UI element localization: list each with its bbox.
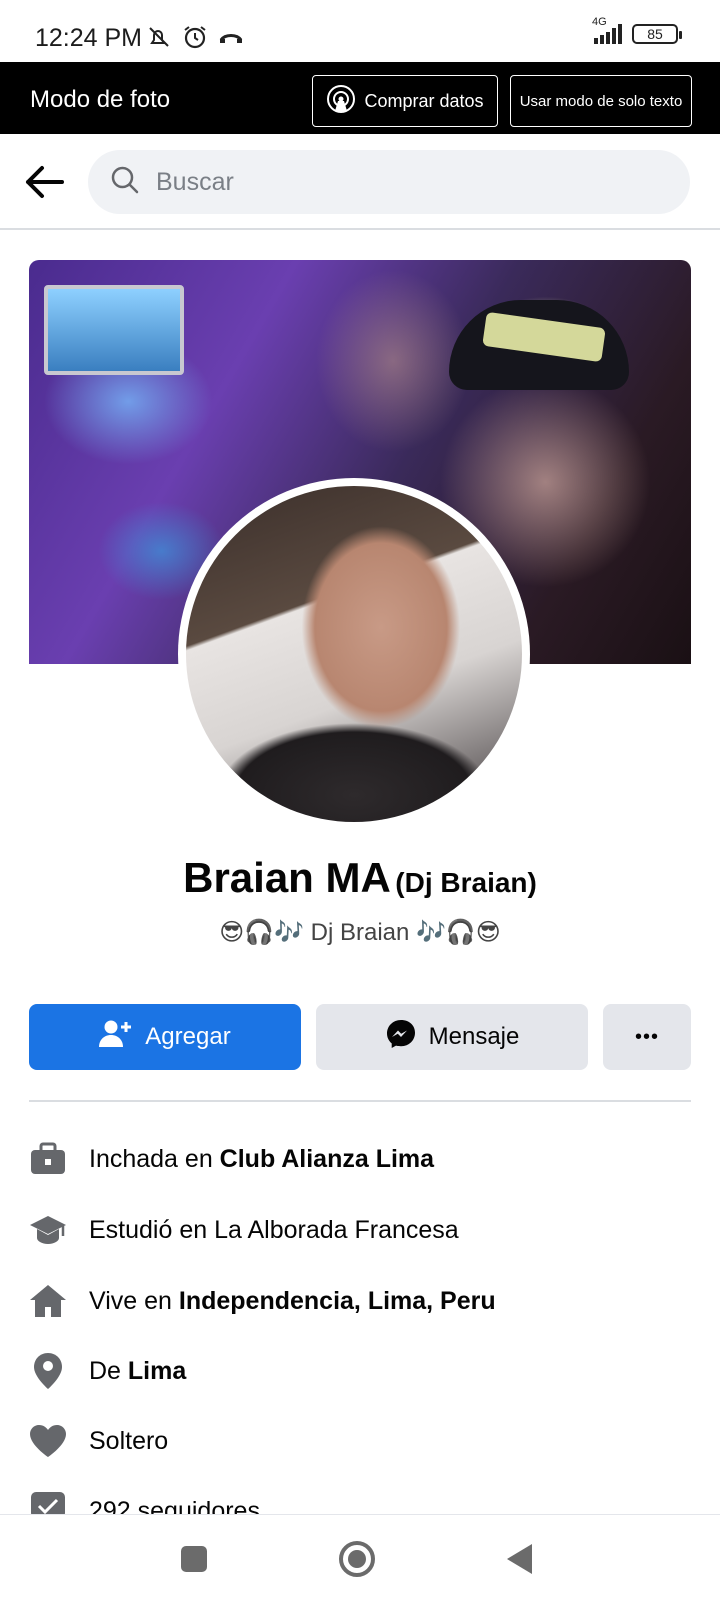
broadcast-icon bbox=[326, 84, 356, 119]
call-forward-icon bbox=[218, 28, 244, 51]
battery-icon: 85 bbox=[632, 24, 682, 44]
profile-bio: 😎🎧🎶 Dj Braian 🎶🎧😎 bbox=[219, 919, 501, 946]
back-triangle-icon bbox=[507, 1544, 532, 1574]
detail-text: Vive en Independencia, Lima, Peru bbox=[89, 1286, 496, 1315]
search-placeholder: Buscar bbox=[156, 167, 234, 196]
search-icon bbox=[110, 165, 140, 200]
back-arrow-icon bbox=[26, 166, 64, 198]
text-only-mode-label: Usar modo de solo texto bbox=[519, 92, 683, 110]
status-bar: 12:24 PM 4G 85 bbox=[0, 0, 720, 62]
messenger-icon bbox=[385, 1018, 417, 1057]
profile-picture-image bbox=[186, 486, 522, 822]
status-time: 12:24 PM bbox=[35, 24, 143, 52]
photo-mode-title: Modo de foto bbox=[30, 86, 171, 113]
back-nav-button[interactable] bbox=[498, 1537, 542, 1581]
followers-icon bbox=[29, 1486, 67, 1516]
text-only-mode-button[interactable]: Usar modo de solo texto bbox=[510, 75, 692, 127]
graduation-cap-icon bbox=[29, 1211, 67, 1249]
detail-favorite-team: Inchada en Club Alianza Lima bbox=[29, 1134, 691, 1184]
add-friend-label: Agregar bbox=[145, 1023, 231, 1050]
alarm-icon bbox=[182, 24, 208, 55]
status-icons-right: 4G 85 bbox=[592, 16, 682, 44]
message-button[interactable]: Mensaje bbox=[316, 1004, 588, 1070]
detail-text: De Lima bbox=[89, 1356, 187, 1385]
detail-text: Soltero bbox=[89, 1426, 169, 1455]
detail-followers: 292 seguidores bbox=[29, 1486, 691, 1516]
signal-icon: 4G bbox=[592, 16, 622, 44]
divider bbox=[29, 1100, 691, 1102]
search-header: Buscar bbox=[0, 134, 720, 230]
message-label: Mensaje bbox=[428, 1023, 520, 1050]
home-icon bbox=[29, 1282, 67, 1320]
recents-icon bbox=[181, 1546, 207, 1572]
detail-text: 292 seguidores bbox=[89, 1497, 260, 1516]
more-options-icon: ••• bbox=[634, 1025, 659, 1048]
more-options-button[interactable]: ••• bbox=[603, 1004, 691, 1070]
add-friend-icon bbox=[99, 1019, 133, 1056]
profile-name: Braian MA bbox=[183, 854, 391, 901]
heart-icon bbox=[29, 1422, 67, 1460]
system-nav-bar bbox=[0, 1514, 720, 1600]
search-input[interactable]: Buscar bbox=[88, 150, 690, 214]
profile-picture[interactable] bbox=[178, 478, 530, 830]
buy-data-button[interactable]: Comprar datos bbox=[312, 75, 498, 127]
battery-level: 85 bbox=[647, 26, 663, 42]
profile-alternate-name: (Dj Braian) bbox=[395, 867, 537, 898]
network-type: 4G bbox=[592, 16, 607, 28]
mute-icon bbox=[146, 25, 172, 54]
photo-mode-banner: Modo de foto Comprar datos Usar modo de … bbox=[0, 62, 720, 134]
detail-relationship: Soltero bbox=[29, 1416, 691, 1466]
detail-text: Estudió en La Alborada Francesa bbox=[89, 1215, 459, 1244]
status-icons-left bbox=[146, 24, 244, 55]
detail-education: Estudió en La Alborada Francesa bbox=[29, 1205, 691, 1255]
home-circle-icon bbox=[339, 1541, 375, 1577]
cover-laptop-shape bbox=[44, 285, 184, 375]
buy-data-label: Comprar datos bbox=[364, 90, 484, 111]
detail-current-city: Vive en Independencia, Lima, Peru bbox=[29, 1276, 691, 1326]
briefcase-icon bbox=[29, 1140, 67, 1178]
detail-hometown: De Lima bbox=[29, 1346, 691, 1396]
back-button[interactable] bbox=[22, 162, 66, 202]
add-friend-button[interactable]: Agregar bbox=[29, 1004, 301, 1070]
location-pin-icon bbox=[29, 1352, 67, 1390]
profile-name-line: Braian MA (Dj Braian) bbox=[0, 854, 720, 902]
recents-button[interactable] bbox=[172, 1537, 216, 1581]
detail-text: Inchada en Club Alianza Lima bbox=[89, 1144, 435, 1173]
home-button[interactable] bbox=[335, 1537, 379, 1581]
